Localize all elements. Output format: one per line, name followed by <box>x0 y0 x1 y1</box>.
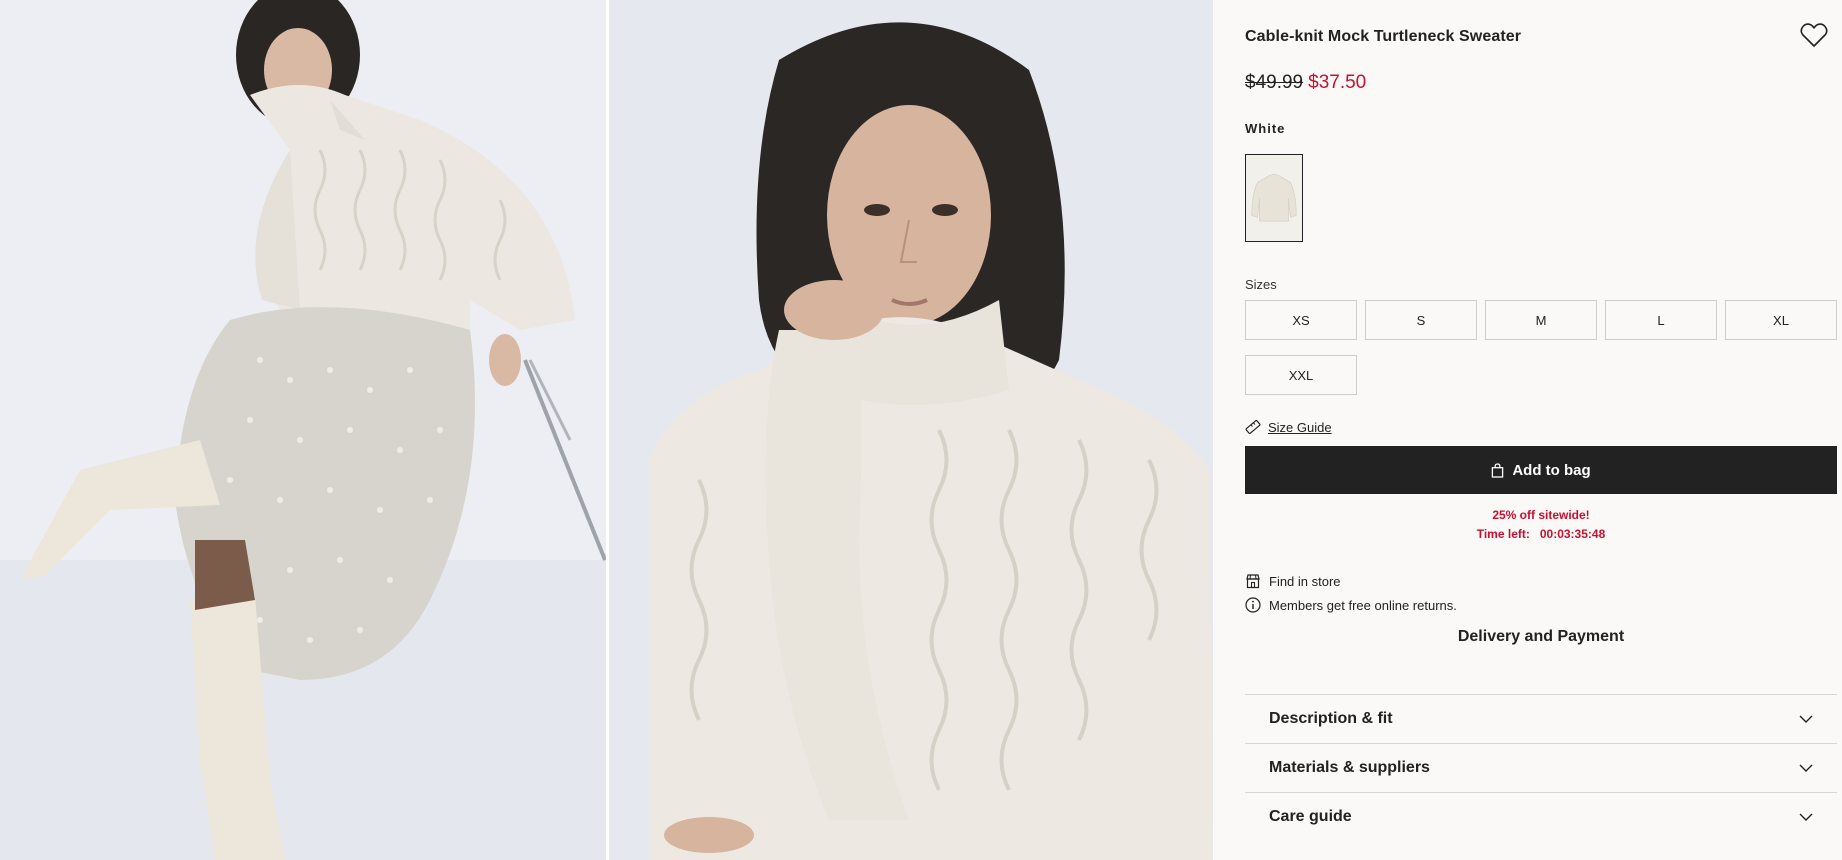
info-icon <box>1245 597 1261 613</box>
size-option-l[interactable]: L <box>1605 300 1717 340</box>
product-gallery <box>0 0 1213 860</box>
find-in-store-link[interactable]: Find in store <box>1245 573 1341 589</box>
model-seated-illustration <box>0 0 606 860</box>
accordion-description-fit-label: Description & fit <box>1269 710 1393 727</box>
product-details-panel: Cable-knit Mock Turtleneck Sweater $49.9… <box>1213 0 1842 860</box>
accordion-materials-suppliers[interactable]: Materials & suppliers <box>1245 743 1837 792</box>
delivery-and-payment-link[interactable]: Delivery and Payment <box>1245 628 1837 646</box>
model-closeup-illustration <box>609 0 1213 860</box>
heart-icon <box>1800 23 1828 47</box>
chevron-down-icon <box>1799 715 1813 723</box>
accordion-care-guide[interactable]: Care guide <box>1245 792 1837 841</box>
favorite-button[interactable] <box>1800 22 1828 48</box>
size-option-s[interactable]: S <box>1365 300 1477 340</box>
product-photo-full-body[interactable] <box>0 0 606 860</box>
accordion-description-fit[interactable]: Description & fit <box>1245 694 1837 743</box>
accordion-materials-suppliers-label: Materials & suppliers <box>1269 759 1430 776</box>
store-icon <box>1246 574 1260 589</box>
ruler-icon <box>1245 420 1261 434</box>
original-price: $49.99 <box>1245 72 1304 93</box>
selected-color-name: White <box>1245 121 1286 136</box>
add-to-bag-button[interactable]: Add to bag <box>1245 446 1837 494</box>
price-row: $49.99 $37.50 <box>1245 72 1366 94</box>
free-returns-info: Members get free online returns. <box>1245 597 1457 613</box>
product-title: Cable-knit Mock Turtleneck Sweater <box>1245 28 1522 45</box>
add-to-bag-label: Add to bag <box>1512 461 1591 479</box>
size-option-m[interactable]: M <box>1485 300 1597 340</box>
bag-icon <box>1492 462 1504 478</box>
size-option-xs[interactable]: XS <box>1245 300 1357 340</box>
chevron-down-icon <box>1799 813 1813 821</box>
sale-price: $37.50 <box>1308 72 1367 93</box>
find-in-store-label: Find in store <box>1269 573 1341 589</box>
size-option-xl[interactable]: XL <box>1725 300 1837 340</box>
color-swatch-white[interactable] <box>1245 154 1303 242</box>
promo-countdown: Time left: 00:03:35:48 <box>1476 527 1606 541</box>
sizes-label: Sizes <box>1245 277 1277 292</box>
promo-banner: 25% off sitewide! Time left: 00:03:35:48 <box>1245 506 1837 544</box>
free-returns-label: Members get free online returns. <box>1269 597 1457 613</box>
promo-message: 25% off sitewide! <box>1492 508 1590 522</box>
chevron-down-icon <box>1799 764 1813 772</box>
product-photo-closeup[interactable] <box>609 0 1213 860</box>
sweater-thumbnail-icon <box>1246 155 1302 241</box>
accordion-care-guide-label: Care guide <box>1269 808 1352 825</box>
size-option-xxl[interactable]: XXL <box>1245 355 1357 395</box>
size-guide-link[interactable]: Size Guide <box>1245 419 1332 435</box>
size-guide-label: Size Guide <box>1268 419 1332 435</box>
